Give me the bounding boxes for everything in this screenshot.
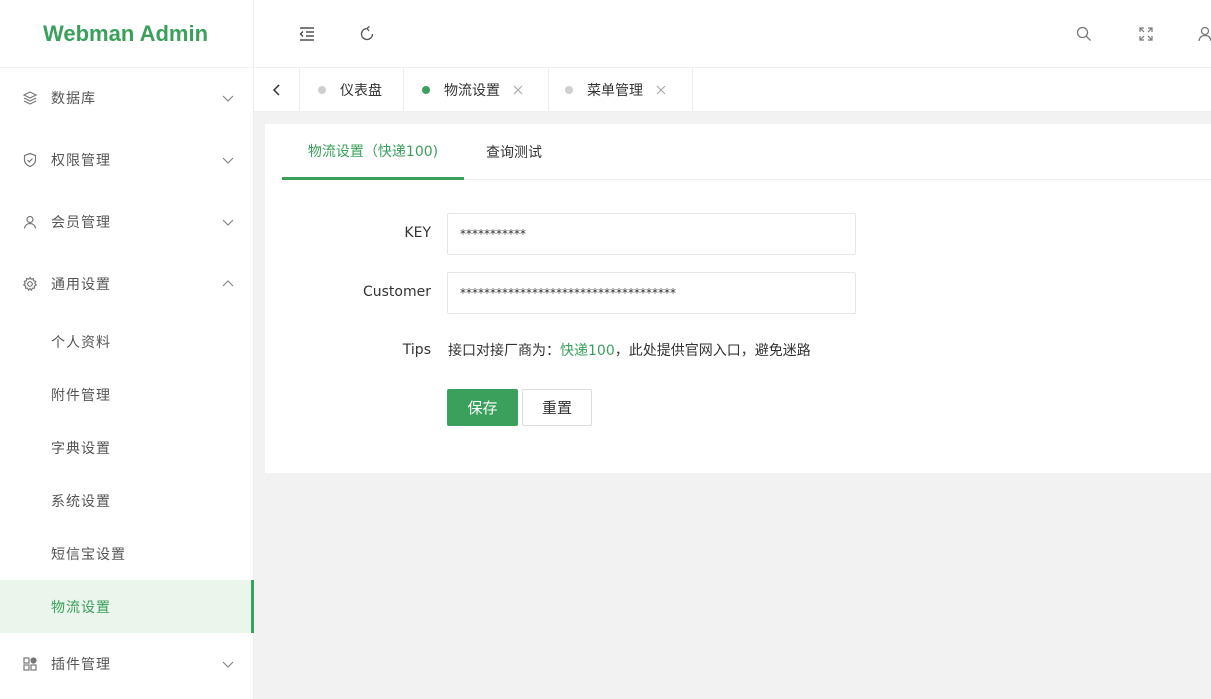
close-icon[interactable] <box>512 84 524 96</box>
search-icon[interactable] <box>1074 24 1094 44</box>
chevron-up-icon <box>222 279 234 286</box>
refresh-icon[interactable] <box>357 24 377 44</box>
kuaidi100-link[interactable]: 快递100 <box>560 343 615 359</box>
sidebar-item-label: 物流设置 <box>51 599 111 616</box>
tab-label: 物流设置 <box>444 83 500 99</box>
tab-status-dot <box>318 86 326 94</box>
sidebar-item-members[interactable]: 会员管理 <box>0 195 254 248</box>
sidebar-item-label: 短信宝设置 <box>51 546 126 563</box>
sidebar-item-plugins[interactable]: 插件管理 <box>0 637 254 690</box>
tips-prefix: 接口对接厂商为： <box>448 343 560 359</box>
sidebar-item-label: 个人资料 <box>51 334 111 351</box>
reset-button[interactable]: 重置 <box>522 389 592 426</box>
layers-icon <box>22 90 38 106</box>
tips-label: Tips <box>402 342 431 358</box>
menu-fold-icon[interactable] <box>297 24 317 44</box>
save-button[interactable]: 保存 <box>447 389 518 426</box>
chevron-down-icon <box>222 661 234 668</box>
key-label: KEY <box>404 225 431 241</box>
settings-subtabs: 物流设置（快递100) 查询测试 <box>282 124 1211 180</box>
sidebar-subitem-profile[interactable]: 个人资料 <box>0 315 254 368</box>
key-field[interactable] <box>447 213 856 255</box>
chevron-left-icon <box>272 84 280 96</box>
sidebar-subitem-attachments[interactable]: 附件管理 <box>0 368 254 421</box>
tab-menu-management[interactable]: 菜单管理 <box>549 68 693 112</box>
chevron-down-icon <box>222 95 234 102</box>
sidebar-subitem-logistics-settings[interactable]: 物流设置 <box>0 580 254 633</box>
tips-suffix: ，此处提供官网入口，避免迷路 <box>614 343 811 359</box>
subtab-query-test[interactable]: 查询测试 <box>486 124 542 180</box>
sidebar-item-general-settings[interactable]: 通用设置 <box>0 257 254 310</box>
tab-logistics-settings[interactable]: 物流设置 <box>404 68 549 112</box>
settings-card: 物流设置（快递100) 查询测试 KEY Customer Tips 接口对接厂… <box>265 124 1211 473</box>
sidebar-item-label: 字典设置 <box>51 440 111 457</box>
tab-label: 菜单管理 <box>587 83 643 99</box>
chevron-down-icon <box>222 157 234 164</box>
sidebar-item-label: 附件管理 <box>51 387 111 404</box>
user-icon[interactable] <box>1195 24 1211 44</box>
sidebar-item-label: 会员管理 <box>51 214 111 231</box>
sidebar-item-label: 权限管理 <box>51 152 111 169</box>
tab-status-dot <box>422 86 430 94</box>
customer-field[interactable] <box>447 272 856 314</box>
user-icon <box>22 214 38 230</box>
sidebar-item-label: 系统设置 <box>51 493 111 510</box>
apps-icon <box>22 656 38 672</box>
tabs-bar: 仪表盘 物流设置 菜单管理 <box>254 68 1211 112</box>
gear-icon <box>22 275 38 292</box>
sidebar: Webman Admin 数据库 权限管理 会员管理 通用设置 个人资料 附件管… <box>0 0 254 699</box>
chevron-down-icon <box>222 219 234 226</box>
tab-status-dot <box>565 86 573 94</box>
sidebar-item-database[interactable]: 数据库 <box>0 71 254 124</box>
customer-label: Customer <box>362 284 431 300</box>
app-logo: Webman Admin <box>0 0 253 68</box>
subtab-logistics-settings[interactable]: 物流设置（快递100) <box>282 124 464 180</box>
tabs-scroll-left-button[interactable] <box>254 68 300 112</box>
tips-text: 接口对接厂商为：快递100，此处提供官网入口，避免迷路 <box>448 340 811 360</box>
sidebar-item-label: 数据库 <box>51 90 96 107</box>
tab-label: 仪表盘 <box>340 83 382 99</box>
sidebar-item-label: 通用设置 <box>51 276 111 293</box>
sidebar-item-permissions[interactable]: 权限管理 <box>0 133 254 186</box>
top-header <box>254 0 1211 68</box>
shield-icon <box>22 152 38 168</box>
sidebar-subitem-system-settings[interactable]: 系统设置 <box>0 474 254 527</box>
fullscreen-icon[interactable] <box>1136 24 1156 44</box>
sidebar-subitem-dictionary[interactable]: 字典设置 <box>0 421 254 474</box>
tab-dashboard[interactable]: 仪表盘 <box>300 68 404 112</box>
sidebar-subitem-sms-settings[interactable]: 短信宝设置 <box>0 527 254 580</box>
sidebar-item-label: 插件管理 <box>51 656 111 673</box>
close-icon[interactable] <box>655 84 667 96</box>
